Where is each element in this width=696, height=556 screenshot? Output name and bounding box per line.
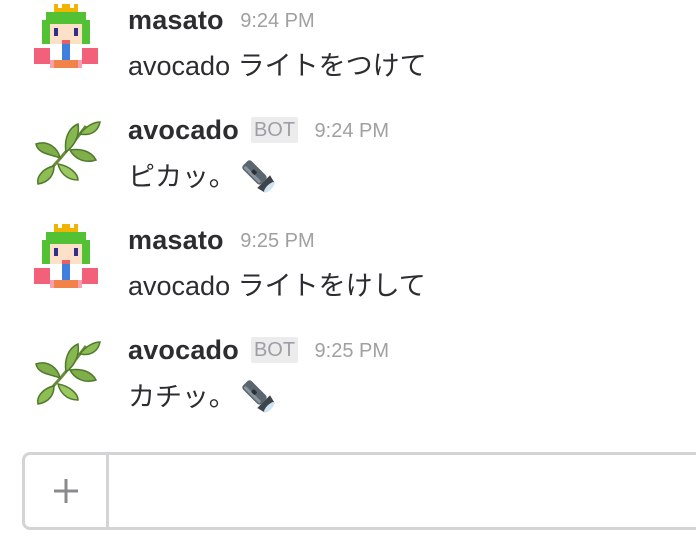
message-list: masato 9:24 PM avocado ライトをつけて avocado BO… bbox=[0, 0, 696, 556]
message-item: masato 9:25 PM avocado ライトをけして bbox=[0, 220, 696, 320]
username[interactable]: masato bbox=[128, 225, 224, 255]
message-text: avocado ライトをけして bbox=[128, 271, 426, 301]
username[interactable]: avocado bbox=[128, 115, 239, 145]
message-header: masato 9:25 PM bbox=[128, 222, 315, 258]
message-header: avocado BOT 9:25 PM bbox=[128, 332, 389, 368]
username[interactable]: avocado bbox=[128, 335, 239, 365]
pixel-character-avatar-icon[interactable] bbox=[30, 224, 102, 296]
message-item: masato 9:24 PM avocado ライトをつけて bbox=[0, 0, 696, 100]
timestamp[interactable]: 9:25 PM bbox=[240, 230, 314, 252]
bot-badge: BOT bbox=[250, 117, 299, 143]
flashlight-icon bbox=[238, 156, 278, 196]
message-item: avocado BOT 9:25 PM カチッ。 bbox=[0, 330, 696, 430]
timestamp[interactable]: 9:24 PM bbox=[240, 10, 314, 32]
bot-badge: BOT bbox=[250, 337, 299, 363]
pixel-character-avatar-icon[interactable] bbox=[30, 4, 102, 76]
message-body: ピカッ。 bbox=[128, 156, 278, 196]
message-header: avocado BOT 9:24 PM bbox=[128, 112, 389, 148]
message-body: カチッ。 bbox=[128, 376, 278, 416]
plus-icon bbox=[53, 479, 78, 503]
attach-button[interactable] bbox=[25, 455, 109, 527]
message-text: avocado ライトをつけて bbox=[128, 51, 427, 81]
message-text: カチッ。 bbox=[128, 382, 236, 412]
username[interactable]: masato bbox=[128, 5, 224, 35]
message-header: masato 9:24 PM bbox=[128, 2, 315, 38]
message-input[interactable] bbox=[111, 455, 696, 527]
message-item: avocado BOT 9:24 PM ピカッ。 bbox=[0, 110, 696, 210]
leaf-branch-avatar-icon[interactable] bbox=[30, 114, 102, 186]
leaf-branch-avatar-icon[interactable] bbox=[30, 334, 102, 406]
timestamp[interactable]: 9:25 PM bbox=[315, 340, 389, 362]
message-text: ピカッ。 bbox=[128, 162, 236, 192]
flashlight-icon bbox=[238, 376, 278, 416]
timestamp[interactable]: 9:24 PM bbox=[315, 120, 389, 142]
message-composer bbox=[22, 452, 696, 530]
